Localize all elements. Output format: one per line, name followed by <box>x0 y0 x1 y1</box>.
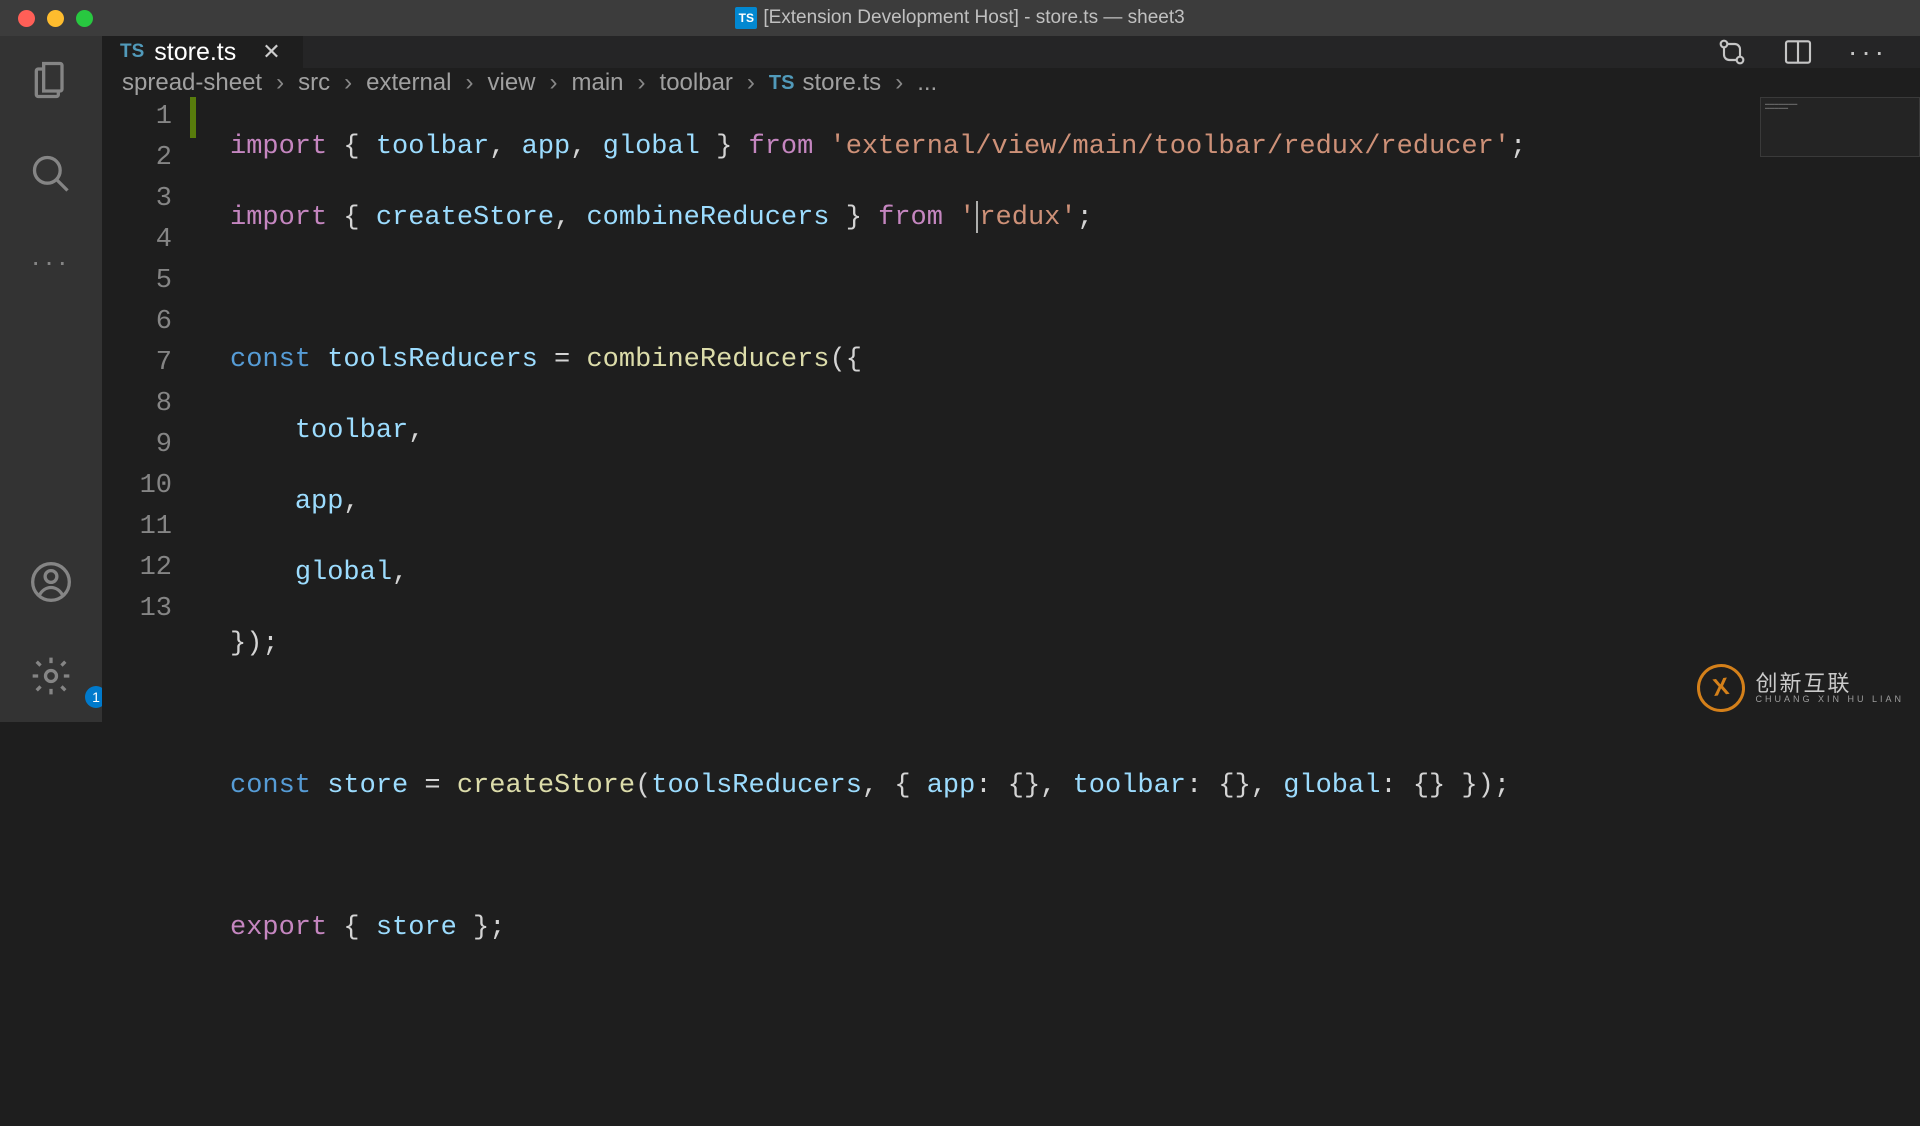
watermark-text-cn: 创新互联 <box>1755 673 1904 695</box>
breadcrumb-item[interactable]: external <box>366 69 451 97</box>
window-minimize-button[interactable] <box>47 10 64 27</box>
breadcrumb-file[interactable]: store.ts <box>802 69 881 97</box>
line-gutter: 1 2 3 4 5 6 7 8 9 10 11 12 13 <box>102 97 190 1110</box>
watermark: X 创新互联 CHUANG XIN HU LIAN <box>1697 664 1904 712</box>
window-zoom-button[interactable] <box>76 10 93 27</box>
tab-store-ts[interactable]: TS store.ts ✕ <box>102 36 304 68</box>
close-icon[interactable]: ✕ <box>262 39 280 65</box>
watermark-text-pinyin: CHUANG XIN HU LIAN <box>1755 695 1904 704</box>
breadcrumb-item[interactable]: spread-sheet <box>122 69 262 97</box>
window-close-button[interactable] <box>18 10 35 27</box>
split-editor-icon[interactable] <box>1782 36 1814 68</box>
ts-icon: TS <box>769 72 795 95</box>
more-actions-icon[interactable]: ··· <box>1848 36 1888 68</box>
activity-bar: ··· 1 <box>0 36 102 722</box>
editor-tabs: TS store.ts ✕ ··· <box>102 36 1920 69</box>
code-editor[interactable]: 1 2 3 4 5 6 7 8 9 10 11 12 13 import { t… <box>102 97 1920 1110</box>
compare-changes-icon[interactable] <box>1716 36 1748 68</box>
breadcrumb-item[interactable]: main <box>572 69 624 97</box>
account-icon[interactable] <box>29 560 73 604</box>
breadcrumb-tail[interactable]: ... <box>917 69 937 97</box>
titlebar: TS [Extension Development Host] - store.… <box>0 0 1920 36</box>
explorer-icon[interactable] <box>29 58 73 102</box>
search-icon[interactable] <box>29 152 73 196</box>
more-icon[interactable]: ··· <box>31 246 71 278</box>
watermark-logo-icon: X <box>1694 661 1748 715</box>
code-content[interactable]: import { toolbar, app, global } from 'ex… <box>190 97 1920 1110</box>
window-title: [Extension Development Host] - store.ts … <box>763 7 1184 29</box>
breadcrumb-item[interactable]: toolbar <box>660 69 733 97</box>
breadcrumb-item[interactable]: src <box>298 69 330 97</box>
minimap[interactable]: ▂▂▂▂▂▂▂▂▂▂▂▂▂▂▂▂▂▂▂▂▂▂▂▂ <box>1760 97 1920 157</box>
settings-gear-icon[interactable] <box>29 654 73 698</box>
file-type-icon: TS <box>735 7 757 29</box>
ts-icon: TS <box>120 41 144 63</box>
breadcrumb[interactable]: spread-sheet› src› external› view› main›… <box>102 69 1920 97</box>
tab-title: store.ts <box>154 38 236 67</box>
breadcrumb-item[interactable]: view <box>487 69 535 97</box>
